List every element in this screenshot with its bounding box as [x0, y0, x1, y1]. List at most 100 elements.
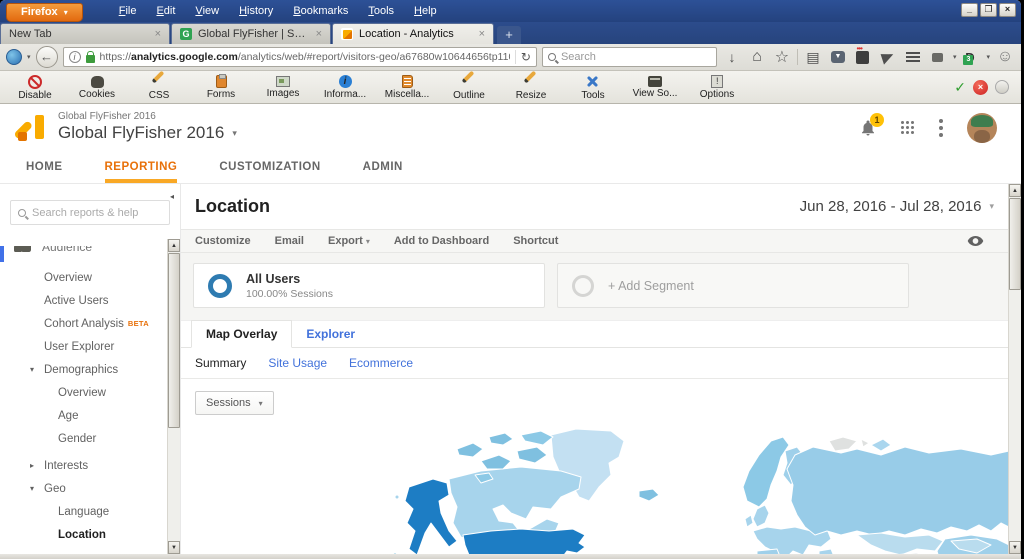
sidebar-item-behavior[interactable]: ▸Behavior — [0, 550, 167, 554]
url-bar[interactable]: i https://analytics.google.com/analytics… — [63, 47, 537, 67]
tab-location-analytics[interactable]: Location - Analytics × — [332, 23, 494, 44]
send-tab-icon[interactable] — [878, 47, 898, 67]
url-text[interactable]: https://analytics.google.com/analytics/w… — [100, 51, 510, 63]
disconnect-extension-icon[interactable]: D3 — [961, 47, 981, 67]
email-button[interactable]: Email — [275, 235, 304, 247]
subtab-site-usage[interactable]: Site Usage — [268, 356, 327, 370]
tab-map-overlay[interactable]: Map Overlay — [191, 320, 292, 348]
devbar-outline[interactable]: Outline — [438, 74, 500, 101]
menu-file[interactable]: File — [111, 3, 145, 19]
add-to-dashboard-button[interactable]: Add to Dashboard — [394, 235, 489, 247]
sidebar-item-age[interactable]: Age — [0, 404, 167, 427]
devbar-cookies[interactable]: Cookies — [66, 75, 128, 100]
close-icon[interactable]: × — [479, 28, 485, 40]
scroll-down-arrow[interactable]: ▼ — [168, 541, 180, 554]
home-icon[interactable]: ⌂ — [747, 47, 767, 67]
menu-hamburger-icon[interactable] — [903, 47, 923, 67]
tab-explorer[interactable]: Explorer — [292, 321, 369, 347]
segment-all-users[interactable]: All Users 100.00% Sessions — [193, 263, 545, 308]
downloads-icon[interactable]: ↓ — [722, 47, 742, 67]
sidebar-item-language[interactable]: Language — [0, 500, 167, 523]
sidebar-item-interests[interactable]: ▸Interests — [0, 454, 167, 477]
valid-check-icon[interactable]: ✓ — [954, 79, 966, 96]
menu-history[interactable]: History — [231, 3, 281, 19]
scroll-up-arrow[interactable]: ▲ — [168, 239, 180, 252]
chevron-down-icon[interactable]: ▾ — [27, 53, 31, 61]
tab-reporting[interactable]: REPORTING — [105, 151, 178, 183]
close-icon[interactable]: × — [155, 28, 161, 40]
tab-admin[interactable]: ADMIN — [363, 151, 403, 183]
subtab-summary[interactable]: Summary — [195, 356, 246, 370]
minimize-button[interactable]: _ — [961, 3, 978, 17]
devbar-information[interactable]: iInforma... — [314, 74, 376, 100]
sidebar-item-overview[interactable]: Overview — [0, 266, 167, 289]
sidebar-item-demographics-overview[interactable]: Overview — [0, 381, 167, 404]
tab-new-tab[interactable]: New Tab × — [0, 23, 170, 44]
bookmark-star-icon[interactable]: ☆ — [772, 47, 792, 67]
notifications-bell-icon[interactable]: 1 — [859, 119, 877, 137]
pocket-icon[interactable]: ▼ — [828, 47, 848, 67]
tab-home[interactable]: HOME — [26, 151, 63, 183]
webdeveloper-extension-icon[interactable] — [6, 49, 22, 65]
subtab-ecommerce[interactable]: Ecommerce — [349, 356, 413, 370]
reload-icon[interactable]: ↻ — [515, 50, 531, 64]
devbar-tools[interactable]: Tools — [562, 74, 624, 101]
sidebar-item-active-users[interactable]: Active Users — [0, 289, 167, 312]
user-avatar[interactable] — [967, 113, 997, 143]
search-box[interactable]: Search — [542, 47, 717, 67]
apps-grid-icon[interactable] — [901, 121, 915, 135]
devbar-forms[interactable]: Forms — [190, 74, 252, 100]
devbar-resize[interactable]: Resize — [500, 74, 562, 101]
tab-customization[interactable]: CUSTOMIZATION — [219, 151, 320, 183]
chevron-down-icon[interactable]: ▾ — [986, 53, 990, 61]
devbar-css[interactable]: CSS — [128, 74, 190, 101]
chat-smiley-icon[interactable]: ☺ — [995, 47, 1015, 67]
geo-map[interactable] — [181, 427, 1008, 554]
sidebar-item-user-explorer[interactable]: User Explorer — [0, 335, 167, 358]
sidebar-item-demographics[interactable]: ▾Demographics — [0, 358, 167, 381]
back-button[interactable]: ← — [36, 46, 58, 68]
menu-view[interactable]: View — [187, 3, 227, 19]
more-kebab-icon[interactable] — [939, 119, 943, 137]
plugin-icon[interactable] — [928, 47, 948, 67]
menu-bookmarks[interactable]: Bookmarks — [285, 3, 356, 19]
menu-tools[interactable]: Tools — [360, 3, 402, 19]
sidebar-item-audience[interactable]: Audience — [0, 246, 167, 262]
property-selector[interactable]: Global FlyFisher 2016 ▾ — [58, 123, 237, 143]
adblock-extension-icon[interactable] — [853, 47, 873, 67]
chevron-down-icon[interactable]: ▾ — [953, 53, 957, 61]
scroll-up-arrow[interactable]: ▲ — [1009, 184, 1021, 197]
sidebar-search-input[interactable]: Search reports & help — [10, 200, 170, 225]
devbar-images[interactable]: Images — [252, 75, 314, 99]
scrollbar-thumb[interactable] — [1009, 198, 1021, 290]
status-dot-icon[interactable] — [995, 80, 1009, 94]
devbar-disable[interactable]: Disable — [4, 74, 66, 101]
export-button[interactable]: Export▾ — [328, 235, 370, 247]
tab-global-flyfisher[interactable]: G Global FlyFisher | Simply the Best... … — [171, 23, 331, 44]
close-icon[interactable]: × — [316, 28, 322, 40]
restore-button[interactable]: ❐ — [980, 3, 997, 17]
devbar-view-source[interactable]: View So... — [624, 75, 686, 99]
metric-selector-button[interactable]: Sessions ▾ — [195, 391, 274, 415]
new-tab-button[interactable]: + — [497, 26, 521, 44]
customize-button[interactable]: Customize — [195, 235, 251, 247]
add-segment-button[interactable]: + Add Segment — [557, 263, 909, 308]
sidebar-item-gender[interactable]: Gender — [0, 427, 167, 450]
bookmarks-sidebar-icon[interactable]: ▤ — [803, 47, 823, 67]
close-button[interactable]: × — [999, 3, 1016, 17]
scrollbar-thumb[interactable] — [168, 253, 180, 428]
firefox-app-button[interactable]: Firefox ▾ — [6, 3, 83, 22]
menu-help[interactable]: Help — [406, 3, 445, 19]
main-scrollbar[interactable]: ▲ ▼ — [1008, 184, 1021, 554]
shortcut-button[interactable]: Shortcut — [513, 235, 558, 247]
page-info-icon[interactable]: i — [69, 51, 81, 63]
menu-edit[interactable]: Edit — [148, 3, 183, 19]
scroll-down-arrow[interactable]: ▼ — [1009, 541, 1021, 554]
devbar-options[interactable]: Options — [686, 74, 748, 100]
error-icon[interactable]: × — [973, 80, 988, 95]
sidebar-collapse-icon[interactable]: ◂ — [170, 192, 174, 201]
date-range-selector[interactable]: Jun 28, 2016 - Jul 28, 2016 ▾ — [800, 198, 994, 215]
sidebar-item-cohort-analysis[interactable]: Cohort AnalysisBETA — [0, 312, 167, 335]
sidebar-item-geo[interactable]: ▾Geo — [0, 477, 167, 500]
intelligence-eye-icon[interactable] — [967, 234, 984, 253]
